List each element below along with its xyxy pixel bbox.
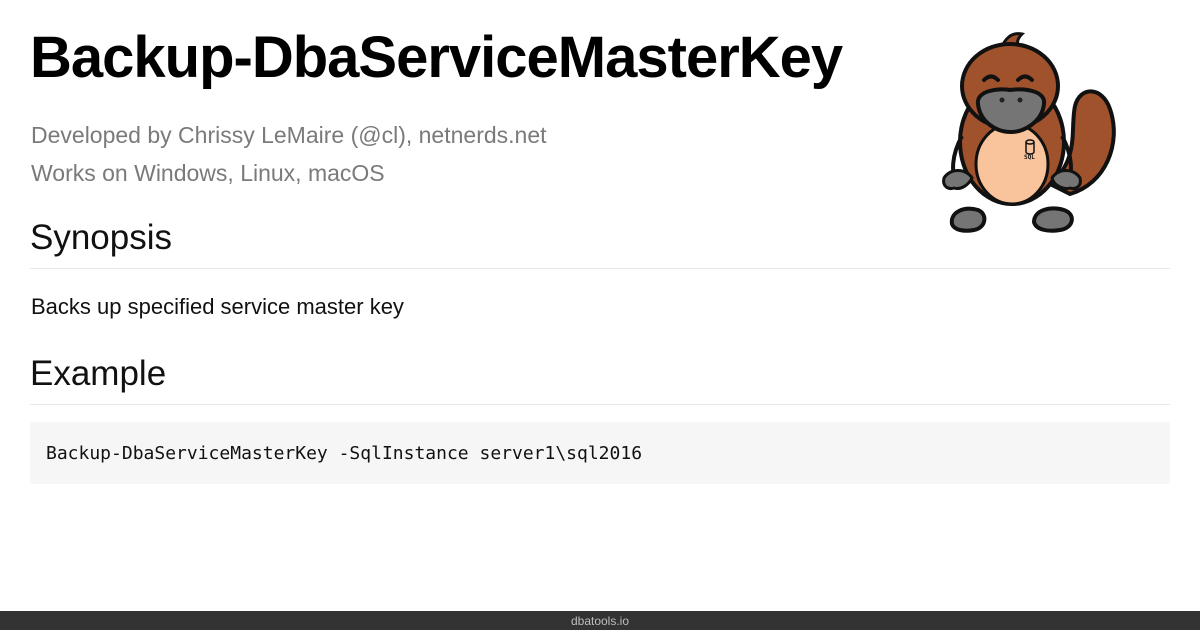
page-title: Backup-DbaServiceMasterKey bbox=[30, 25, 843, 90]
synopsis-text: Backs up specified service master key bbox=[31, 294, 404, 319]
platypus-mascot-icon: SQL bbox=[930, 24, 1125, 236]
platform-support-text: Works on Windows, Linux, macOS bbox=[31, 160, 385, 186]
example-code: Backup-DbaServiceMasterKey -SqlInstance … bbox=[46, 442, 643, 464]
footer: dbatools.io bbox=[0, 611, 1200, 630]
developed-by-text: Developed by Chrissy LeMaire (@cl), netn… bbox=[31, 122, 547, 148]
footer-site-link[interactable]: dbatools.io bbox=[571, 614, 629, 628]
synopsis-heading: Synopsis bbox=[30, 216, 1170, 269]
example-code-block: Backup-DbaServiceMasterKey -SqlInstance … bbox=[30, 422, 1170, 484]
sql-badge-label: SQL bbox=[1024, 154, 1035, 161]
example-heading: Example bbox=[30, 352, 1170, 405]
